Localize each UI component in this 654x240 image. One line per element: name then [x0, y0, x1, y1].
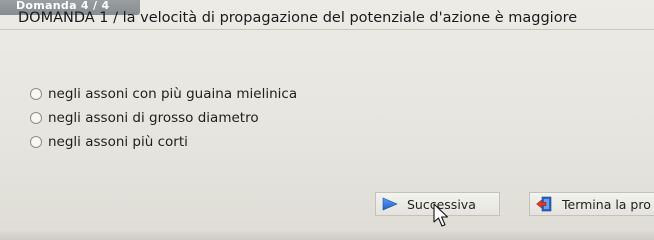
- divider: [0, 29, 654, 30]
- answer-option-label: negli assoni di grosso diametro: [48, 110, 259, 126]
- radio-button[interactable]: [30, 136, 42, 148]
- radio-button[interactable]: [30, 112, 42, 124]
- answer-option-3[interactable]: negli assoni più corti: [30, 130, 297, 154]
- answer-options: negli assoni con più guaina mielinica ne…: [30, 82, 297, 154]
- finish-button-label: Termina la pro: [562, 196, 651, 212]
- bottom-shadow: [0, 230, 654, 240]
- answer-option-label: negli assoni più corti: [48, 134, 188, 150]
- mouse-pointer-icon: [433, 203, 451, 229]
- arrow-right-icon: [382, 196, 398, 212]
- finish-button[interactable]: Termina la pro: [529, 192, 654, 216]
- answer-option-1[interactable]: negli assoni con più guaina mielinica: [30, 82, 297, 106]
- exit-icon: [536, 196, 552, 212]
- quiz-page: Domanda 4 / 4 DOMANDA 1 / la velocità di…: [0, 0, 654, 240]
- question-text: DOMANDA 1 / la velocità di propagazione …: [18, 10, 578, 26]
- radio-button[interactable]: [30, 88, 42, 100]
- answer-option-2[interactable]: negli assoni di grosso diametro: [30, 106, 297, 130]
- answer-option-label: negli assoni con più guaina mielinica: [48, 86, 298, 102]
